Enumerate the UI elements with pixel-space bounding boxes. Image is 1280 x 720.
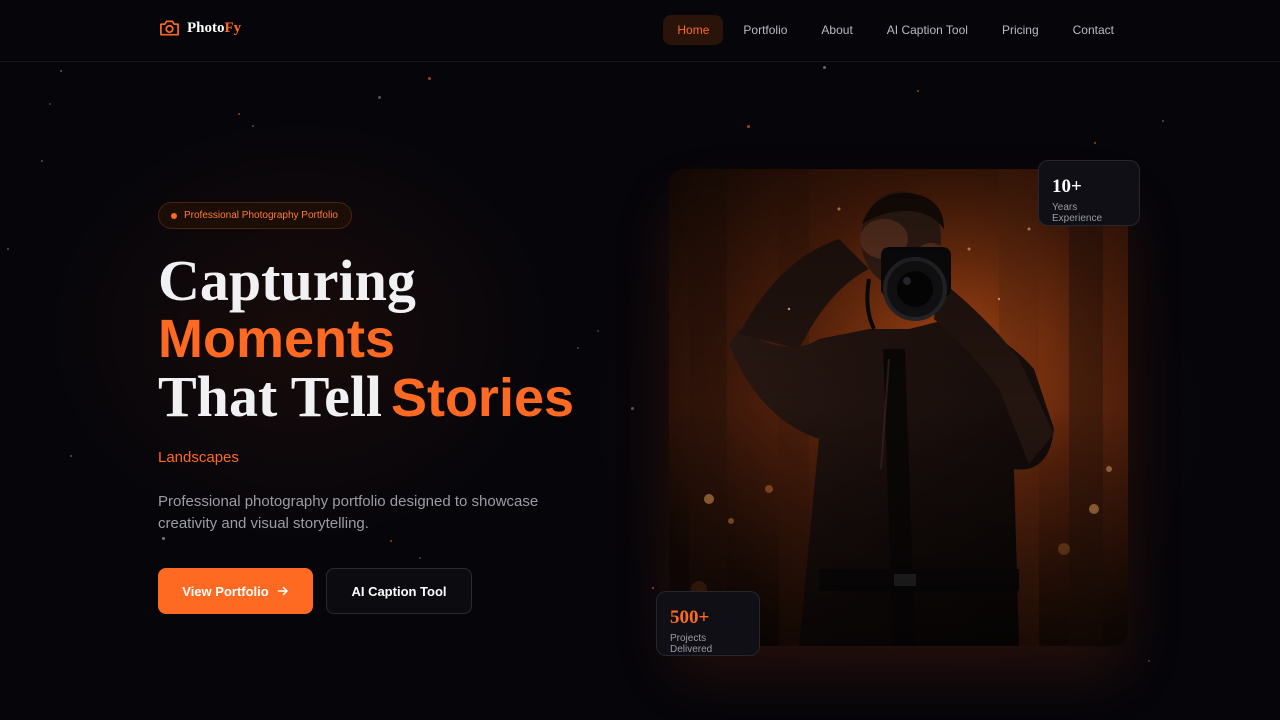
- nav-link-pricing[interactable]: Pricing: [988, 15, 1053, 45]
- hero-photo-photographer: [669, 169, 1128, 646]
- top-navbar: PhotoFy Home Portfolio About AI Caption …: [0, 0, 1280, 62]
- camera-icon: [160, 20, 179, 36]
- nav-link-contact[interactable]: Contact: [1059, 15, 1128, 45]
- arrow-right-icon: [277, 586, 288, 596]
- ai-caption-tool-label: AI Caption Tool: [351, 583, 447, 599]
- hero-tag-badge: Professional Photography Portfolio: [158, 202, 352, 229]
- projects-label: Projects Delivered: [670, 633, 713, 655]
- headline-line-3: That Tell Stories: [158, 368, 658, 428]
- headline-line-3-orange: Stories: [390, 368, 575, 428]
- nav-link-home[interactable]: Home: [663, 15, 724, 45]
- headline-line-2: Moments: [158, 309, 396, 369]
- stat-card-experience: 10+ Years Experience: [1038, 160, 1140, 226]
- view-portfolio-button[interactable]: View Portfolio: [158, 568, 313, 614]
- brand-name: PhotoFy: [187, 19, 242, 36]
- tag-dot-icon: [171, 212, 177, 219]
- headline-line-1: Capturing: [158, 248, 416, 313]
- projects-value: 500+: [670, 607, 710, 628]
- stat-card-projects: 500+ Projects Delivered: [656, 591, 760, 656]
- headline-line-3-white: That Tell: [158, 364, 383, 429]
- ai-caption-tool-button[interactable]: AI Caption Tool: [326, 568, 472, 614]
- hero-tag-label: Professional Photography Portfolio: [184, 210, 338, 221]
- view-portfolio-label: View Portfolio: [182, 583, 269, 599]
- brand-logo[interactable]: PhotoFy: [159, 19, 241, 37]
- nav-link-portfolio[interactable]: Portfolio: [729, 15, 801, 45]
- nav-links: Home Portfolio About AI Caption Tool Pri…: [663, 15, 1128, 45]
- hero-description: Professional photography portfolio desig…: [158, 493, 539, 532]
- experience-value: 10+: [1052, 176, 1082, 197]
- experience-label: Years Experience: [1052, 202, 1103, 224]
- rotating-category-text: Landscapes: [158, 449, 239, 466]
- nav-link-about[interactable]: About: [807, 15, 866, 45]
- hero-headline: Capturing Moments That Tell Stories: [158, 248, 658, 428]
- nav-link-ai-caption-tool[interactable]: AI Caption Tool: [873, 15, 982, 45]
